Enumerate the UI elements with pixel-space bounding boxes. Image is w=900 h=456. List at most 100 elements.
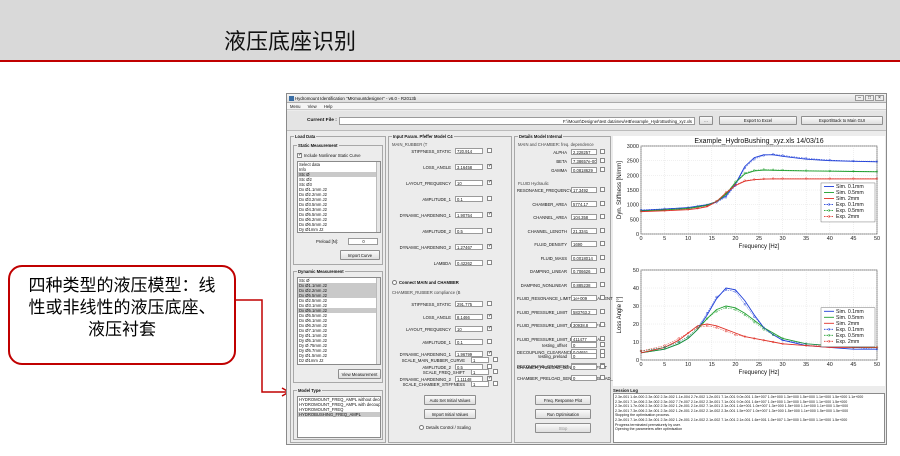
param-checkbox[interactable] (600, 364, 605, 369)
stop-button[interactable]: Stop (535, 423, 591, 433)
param-checkbox[interactable] (600, 281, 605, 287)
param-field[interactable]: 0 (571, 342, 597, 348)
dynamic-list[interactable]: Stc Ø Dx Ø1.1mm J2 Dx Ø2.2mm J2 Dx Ø5.5m… (297, 277, 381, 365)
list-scrollbar[interactable] (376, 162, 380, 232)
param-field[interactable]: 104.358 (571, 214, 597, 220)
import-values-button[interactable]: Import Initial Values (424, 409, 476, 419)
param-checkbox[interactable] (600, 353, 605, 358)
param-checkbox[interactable] (600, 375, 605, 380)
list-scrollbar[interactable] (376, 278, 380, 364)
maximize-icon[interactable]: □ (865, 95, 874, 101)
param-field[interactable]: 1 (471, 381, 489, 387)
param-checkbox[interactable] (600, 268, 605, 273)
param-checkbox[interactable] (487, 228, 492, 233)
param-field[interactable]: 1.27467 (455, 244, 483, 250)
auto-set-button[interactable]: Auto Set Initial Values (424, 395, 476, 405)
param-field[interactable]: 2.228257 (571, 149, 597, 155)
freq-plot-button[interactable]: Freq. Response Plot (535, 395, 591, 405)
param-field[interactable]: 17.3492 (571, 187, 597, 193)
param-checkbox[interactable] (600, 322, 605, 327)
param-checkbox[interactable] (487, 363, 492, 369)
param-checkbox[interactable] (487, 211, 492, 217)
param-field[interactable]: 10 (455, 326, 483, 332)
param-checkbox[interactable] (600, 158, 605, 163)
param-field[interactable]: 0.1 (455, 338, 483, 345)
param-field[interactable]: 10 (455, 180, 483, 186)
param-checkbox[interactable] (487, 179, 492, 185)
param-checkbox[interactable] (487, 338, 492, 344)
param-field[interactable]: 720.914 (455, 148, 483, 154)
model-type-list[interactable]: HYDROMOUNT_FREQ_AMPL without decouple HY… (297, 396, 381, 438)
param-field[interactable]: 0.0818629 (571, 167, 597, 173)
param-field[interactable]: 0.0018014 (571, 254, 597, 261)
param-checkbox[interactable] (487, 313, 492, 319)
param-checkbox[interactable] (600, 295, 605, 300)
list-item[interactable]: Dy Ø1mm J2 (298, 227, 380, 232)
import-curve-button[interactable]: Import Curve (340, 250, 380, 260)
param-checkbox[interactable] (487, 325, 492, 331)
param-checkbox[interactable] (600, 200, 605, 206)
param-checkbox[interactable] (487, 301, 492, 306)
menu-item-menu[interactable]: Menu (290, 104, 300, 109)
list-item[interactable]: HYDROBUSHING_FREQ_AMPL (298, 412, 380, 417)
param-field[interactable]: 0.706626 (571, 268, 597, 274)
param-field[interactable]: 0.5 (455, 228, 483, 234)
connect-radio[interactable] (392, 280, 397, 285)
param-field[interactable]: 5774.17 (571, 200, 597, 207)
param-checkbox[interactable] (600, 187, 605, 192)
param-checkbox[interactable] (493, 381, 498, 386)
param-field[interactable]: 0.885238 (571, 281, 597, 288)
param-checkbox[interactable] (600, 308, 605, 314)
param-field[interactable]: 411477 (571, 335, 597, 342)
param-field[interactable]: 291.775 (455, 301, 483, 307)
current-file-field[interactable]: F:\\Mount\Designer\test data\new\HB\exam… (339, 117, 695, 125)
param-checkbox[interactable] (600, 254, 605, 260)
param-field[interactable]: 1.90754 (455, 212, 483, 218)
close-icon[interactable]: × (875, 95, 884, 101)
param-field[interactable]: 7.38657e-006 (571, 158, 597, 164)
session-log[interactable]: 2.3e-001 1.4e-000 2.3e-002 2.3e-002 1.1e… (613, 393, 885, 443)
param-field[interactable]: 3.16458 (455, 164, 483, 170)
static-list[interactable]: Select data Info Stc Ø Stc Ø2 Stc Ø3 Dx … (297, 161, 381, 233)
param-checkbox[interactable] (600, 342, 605, 347)
minimize-icon[interactable]: – (855, 95, 864, 101)
param-field[interactable]: 1e+009 (571, 295, 597, 301)
menu-item-help[interactable]: Help (324, 104, 333, 109)
param-checkbox[interactable] (493, 369, 498, 374)
export-excel-button[interactable]: Export to Excel (719, 116, 797, 125)
param-field[interactable]: 0 (571, 364, 597, 370)
run-optimisation-button[interactable]: Run Optimisation (535, 409, 591, 419)
param-field[interactable]: 8.1466 (455, 313, 483, 320)
param-field[interactable]: 30938.8 (571, 322, 597, 328)
param-field[interactable]: 583763.2 (571, 308, 597, 315)
param-checkbox[interactable] (600, 167, 605, 172)
export-gui-button[interactable]: Export/Back to Main GUI (801, 116, 883, 125)
param-checkbox[interactable] (600, 241, 605, 246)
details-radio[interactable] (419, 425, 424, 430)
param-checkbox[interactable] (487, 163, 492, 169)
list-item[interactable]: Dz Ø1mm J2 (298, 358, 380, 363)
param-field[interactable]: 1690 (571, 241, 597, 247)
nonlinear-checkbox[interactable] (297, 152, 302, 158)
view-measurement-button[interactable]: View Measurement (338, 369, 381, 379)
param-checkbox[interactable] (487, 350, 492, 356)
param-checkbox[interactable] (600, 227, 605, 233)
param-checkbox[interactable] (600, 214, 605, 219)
param-field[interactable]: 21.3341 (571, 227, 597, 234)
browse-button[interactable]: ... (699, 116, 713, 125)
param-checkbox[interactable] (600, 335, 605, 341)
param-field[interactable]: 0 (571, 375, 597, 381)
param-checkbox[interactable] (600, 149, 605, 154)
param-checkbox[interactable] (487, 148, 492, 153)
menu-item-view[interactable]: View (308, 104, 317, 109)
param-field[interactable]: 0.42262 (455, 260, 483, 266)
preload-field[interactable]: 0 (348, 238, 378, 245)
param-checkbox[interactable] (493, 357, 498, 362)
param-checkbox[interactable] (487, 196, 492, 201)
param-field[interactable]: 1 (471, 369, 489, 375)
param-checkbox[interactable] (487, 260, 492, 265)
param-checkbox[interactable] (487, 243, 492, 249)
param-field[interactable]: 1 (471, 357, 489, 363)
param-field[interactable]: 0 (571, 353, 597, 359)
param-field[interactable]: 0.1 (455, 196, 483, 202)
